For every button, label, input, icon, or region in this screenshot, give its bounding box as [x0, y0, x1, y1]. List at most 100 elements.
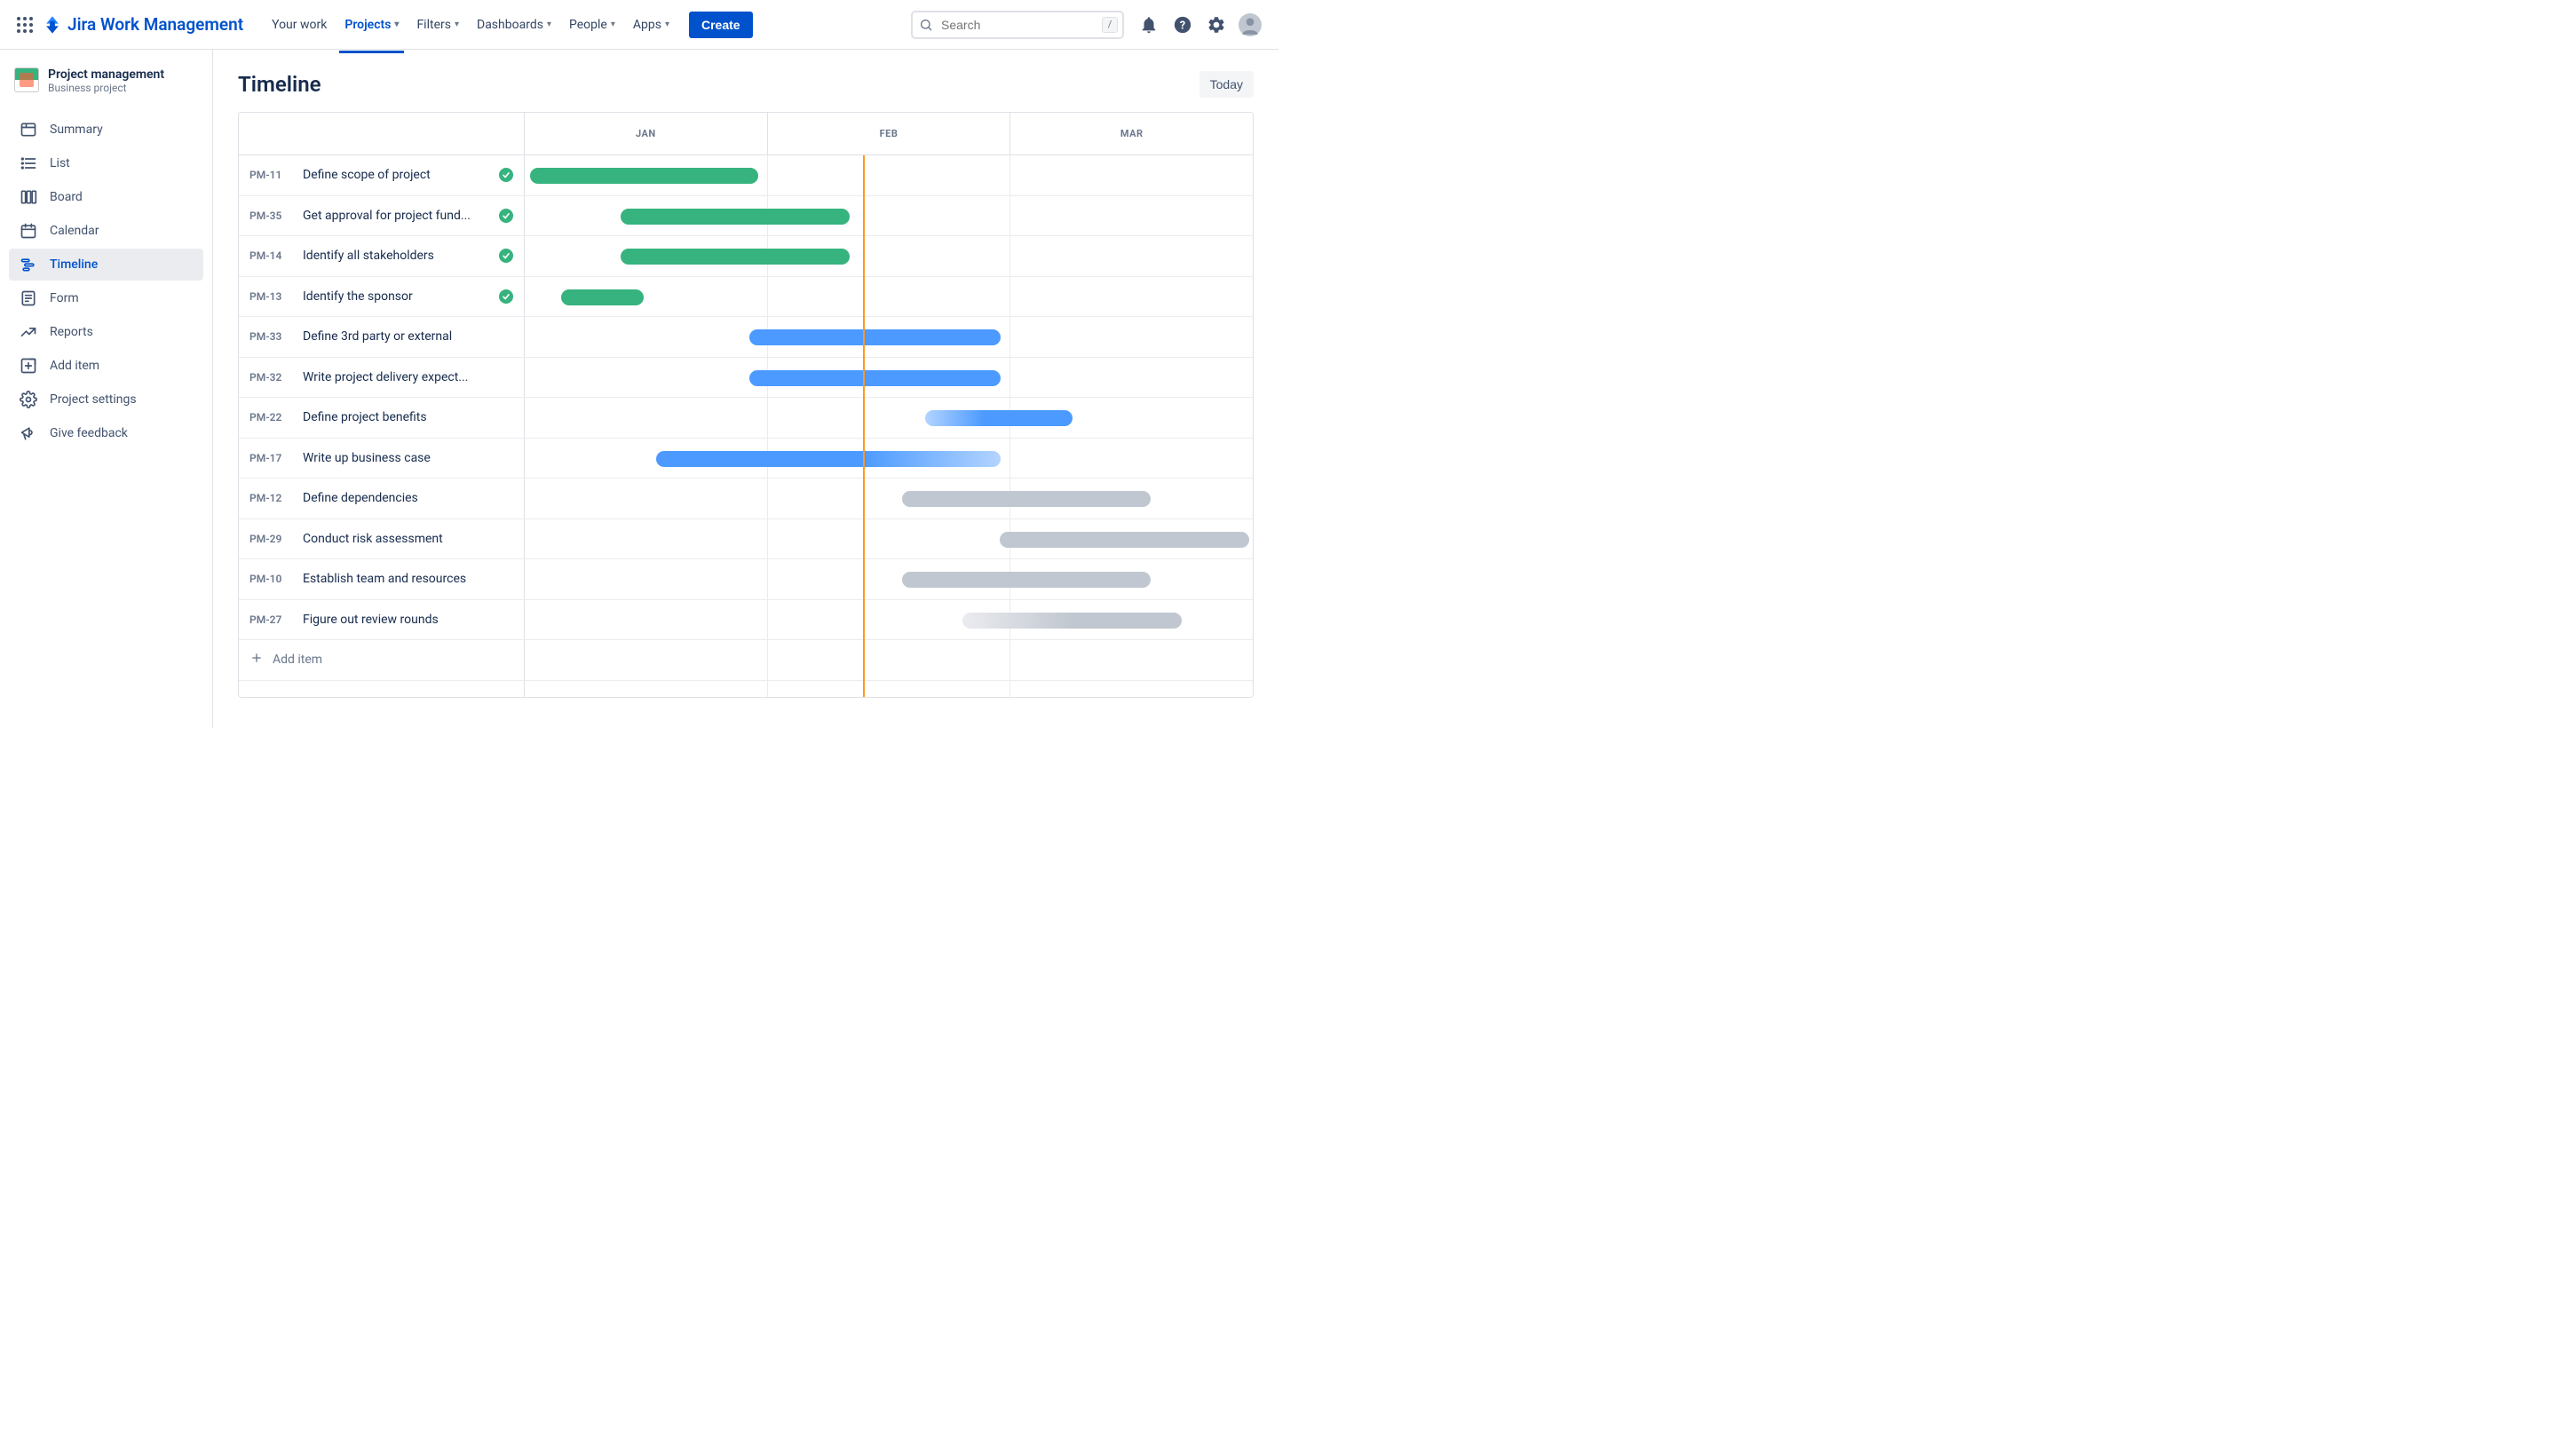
issue-summary[interactable]: Identify the sponsor: [303, 289, 487, 304]
sidebar-item-give-feedback[interactable]: Give feedback: [9, 417, 203, 449]
sidebar-item-label: Project settings: [50, 392, 137, 407]
settings-icon[interactable]: [1202, 11, 1231, 39]
sidebar-item-label: Timeline: [50, 257, 98, 272]
timeline-bar[interactable]: [656, 451, 1001, 467]
sidebar-item-summary[interactable]: Summary: [9, 114, 203, 146]
sidebar-item-add-item[interactable]: Add item: [9, 350, 203, 382]
timeline-bar[interactable]: [749, 329, 1001, 345]
timeline-bar[interactable]: [621, 209, 849, 225]
timeline-bar[interactable]: [925, 410, 1073, 426]
issue-summary[interactable]: Define dependencies: [303, 491, 513, 505]
help-icon[interactable]: ?: [1168, 11, 1197, 39]
issue-summary[interactable]: Define 3rd party or external: [303, 329, 513, 344]
issue-key[interactable]: PM-27: [249, 613, 290, 626]
issue-key[interactable]: PM-11: [249, 169, 290, 181]
product-logo[interactable]: Jira Work Management: [43, 14, 243, 35]
issue-summary[interactable]: Establish team and resources: [303, 572, 513, 586]
search-input[interactable]: [911, 11, 1124, 39]
timeline-row[interactable]: PM-29 Conduct risk assessment: [239, 519, 1253, 560]
issue-summary[interactable]: Write project delivery expect...: [303, 370, 513, 384]
timeline-row[interactable]: PM-13 Identify the sponsor: [239, 277, 1253, 318]
timeline-bar[interactable]: [902, 491, 1151, 507]
sidebar-item-calendar[interactable]: Calendar: [9, 215, 203, 247]
sidebar-item-timeline[interactable]: Timeline: [9, 249, 203, 281]
sidebar-item-label: Board: [50, 190, 83, 204]
timeline-row[interactable]: PM-17 Write up business case: [239, 439, 1253, 479]
nav-item-your-work[interactable]: Your work: [263, 11, 336, 39]
issue-key[interactable]: PM-10: [249, 573, 290, 585]
month-header: FEB: [768, 113, 1011, 154]
nav-item-label: Filters: [416, 18, 451, 32]
nav-item-apps[interactable]: Apps ▾: [624, 11, 678, 39]
timeline-bar[interactable]: [962, 613, 1182, 629]
timeline-row[interactable]: PM-35 Get approval for project fund...: [239, 196, 1253, 237]
done-status-icon: [499, 168, 513, 182]
done-status-icon: [499, 249, 513, 263]
issue-key[interactable]: PM-17: [249, 452, 290, 464]
timeline-row[interactable]: PM-22 Define project benefits: [239, 398, 1253, 439]
notifications-icon[interactable]: [1135, 11, 1163, 39]
today-button[interactable]: Today: [1199, 71, 1254, 98]
issue-key[interactable]: PM-22: [249, 411, 290, 423]
sidebar-item-reports[interactable]: Reports: [9, 316, 203, 348]
timeline-bar[interactable]: [561, 289, 644, 305]
timeline-row[interactable]: PM-11 Define scope of project: [239, 155, 1253, 196]
project-header[interactable]: Project management Business project: [9, 67, 203, 108]
issue-summary[interactable]: Define project benefits: [303, 410, 513, 424]
issue-summary[interactable]: Figure out review rounds: [303, 613, 513, 627]
project-name: Project management: [48, 67, 164, 82]
timeline-icon: [20, 256, 37, 273]
chevron-down-icon: ▾: [547, 20, 551, 29]
timeline-row[interactable]: PM-33 Define 3rd party or external: [239, 317, 1253, 358]
project-sidebar: Project management Business project Summ…: [0, 50, 213, 728]
sidebar-item-list[interactable]: List: [9, 147, 203, 179]
sidebar-item-project-settings[interactable]: Project settings: [9, 384, 203, 415]
summary-icon: [20, 121, 37, 138]
timeline-row[interactable]: PM-27 Figure out review rounds: [239, 600, 1253, 641]
reports-icon: [20, 323, 37, 341]
app-switcher-icon[interactable]: [14, 14, 36, 36]
chevron-down-icon: ▾: [665, 20, 669, 29]
timeline-bar[interactable]: [749, 370, 1001, 386]
done-status-icon: [499, 209, 513, 223]
issue-key[interactable]: PM-12: [249, 492, 290, 504]
timeline-bar[interactable]: [1000, 532, 1249, 548]
create-button[interactable]: Create: [689, 12, 753, 38]
nav-item-projects[interactable]: Projects▾: [336, 11, 408, 39]
nav-item-dashboards[interactable]: Dashboards▾: [468, 11, 560, 39]
nav-item-people[interactable]: People▾: [560, 11, 624, 39]
issue-summary[interactable]: Get approval for project fund...: [303, 209, 487, 223]
timeline-bar[interactable]: [902, 572, 1151, 588]
done-status-icon: [499, 289, 513, 304]
timeline-row[interactable]: PM-14 Identify all stakeholders: [239, 236, 1253, 277]
profile-avatar[interactable]: [1236, 11, 1264, 39]
nav-item-label: Your work: [272, 18, 327, 32]
nav-item-label: Apps: [633, 18, 661, 32]
issue-key[interactable]: PM-32: [249, 371, 290, 384]
nav-item-label: People: [569, 18, 607, 32]
nav-item-label: Projects: [344, 18, 391, 32]
month-header: JAN: [525, 113, 768, 154]
project-type: Business project: [48, 82, 164, 94]
issue-summary[interactable]: Identify all stakeholders: [303, 249, 487, 263]
issue-summary[interactable]: Conduct risk assessment: [303, 532, 513, 546]
timeline-bar[interactable]: [530, 168, 758, 184]
issue-key[interactable]: PM-29: [249, 533, 290, 545]
issue-summary[interactable]: Write up business case: [303, 451, 513, 465]
issue-key[interactable]: PM-33: [249, 330, 290, 343]
issue-summary[interactable]: Define scope of project: [303, 168, 487, 182]
sidebar-item-board[interactable]: Board: [9, 181, 203, 213]
nav-item-filters[interactable]: Filters▾: [408, 11, 468, 39]
issue-key[interactable]: PM-14: [249, 249, 290, 262]
issue-key[interactable]: PM-13: [249, 290, 290, 303]
empty-row: [239, 681, 1253, 698]
timeline-row[interactable]: PM-12 Define dependencies: [239, 479, 1253, 519]
timeline-row[interactable]: PM-32 Write project delivery expect...: [239, 358, 1253, 399]
timeline-bar[interactable]: [621, 249, 849, 265]
additem-icon: [20, 357, 37, 375]
sidebar-item-form[interactable]: Form: [9, 282, 203, 314]
add-item-row[interactable]: Add item: [239, 640, 1253, 681]
search-shortcut-badge: /: [1102, 17, 1118, 33]
timeline-row[interactable]: PM-10 Establish team and resources: [239, 559, 1253, 600]
issue-key[interactable]: PM-35: [249, 210, 290, 222]
